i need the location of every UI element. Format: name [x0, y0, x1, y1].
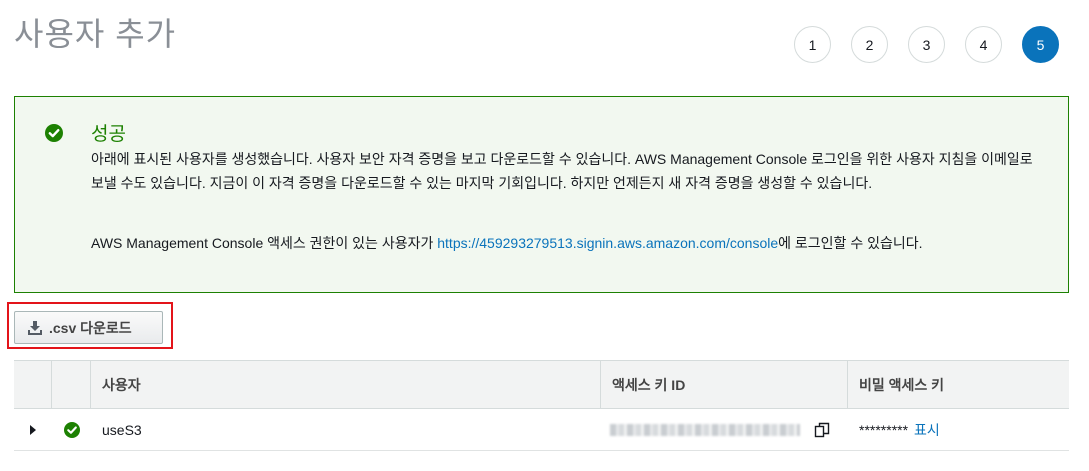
secret-key-cell: ********* 표시	[848, 409, 1069, 450]
status-cell	[52, 409, 91, 450]
table-header: 사용자 액세스 키 ID 비밀 액세스 키	[14, 360, 1069, 409]
table-row: useS3 ********* 표시	[14, 409, 1069, 451]
caret-right-icon[interactable]	[30, 424, 36, 435]
console-signin-link[interactable]: https://459293279513.signin.aws.amazon.c…	[437, 235, 778, 251]
check-circle-icon	[63, 421, 80, 438]
success-alert: 성공 아래에 표시된 사용자를 생성했습니다. 사용자 보안 자격 증명을 보고…	[14, 96, 1069, 293]
step-3[interactable]: 3	[908, 26, 945, 63]
step-1[interactable]: 1	[794, 26, 831, 63]
copy-icon[interactable]	[814, 422, 830, 438]
header-secret-key: 비밀 액세스 키	[859, 376, 945, 393]
user-name-cell: useS3	[102, 421, 142, 438]
access-key-value-redacted	[610, 423, 800, 436]
users-table: 사용자 액세스 키 ID 비밀 액세스 키 useS3 ********* 표시	[14, 360, 1069, 451]
step-2[interactable]: 2	[851, 26, 888, 63]
page-title: 사용자 추가	[14, 16, 177, 52]
download-icon	[28, 320, 42, 335]
console-access-suffix: 에 로그인할 수 있습니다.	[778, 235, 923, 251]
check-circle-icon	[45, 124, 63, 142]
step-4[interactable]: 4	[965, 26, 1002, 63]
download-csv-button[interactable]: .csv 다운로드	[14, 311, 163, 344]
download-csv-label: .csv 다운로드	[49, 319, 132, 336]
step-5[interactable]: 5	[1022, 26, 1059, 63]
header-status-col	[52, 361, 91, 408]
header-access-key: 액세스 키 ID	[601, 361, 848, 408]
wizard-steps: 1 2 3 4 5	[794, 26, 1059, 63]
success-message: 아래에 표시된 사용자를 생성했습니다. 사용자 보안 자격 증명을 보고 다운…	[91, 151, 1033, 191]
show-secret-link[interactable]: 표시	[914, 420, 940, 440]
access-key-cell	[601, 409, 848, 450]
header-user: 사용자	[91, 361, 601, 408]
header-expand-col	[14, 361, 52, 408]
console-access-prefix: AWS Management Console 액세스 권한이 있는 사용자가	[91, 235, 438, 251]
secret-key-masked: *********	[859, 421, 909, 438]
expand-cell	[14, 409, 52, 450]
console-access-text: AWS Management Console 액세스 권한이 있는 사용자가 h…	[91, 231, 1051, 255]
success-title: 성공	[91, 124, 126, 145]
